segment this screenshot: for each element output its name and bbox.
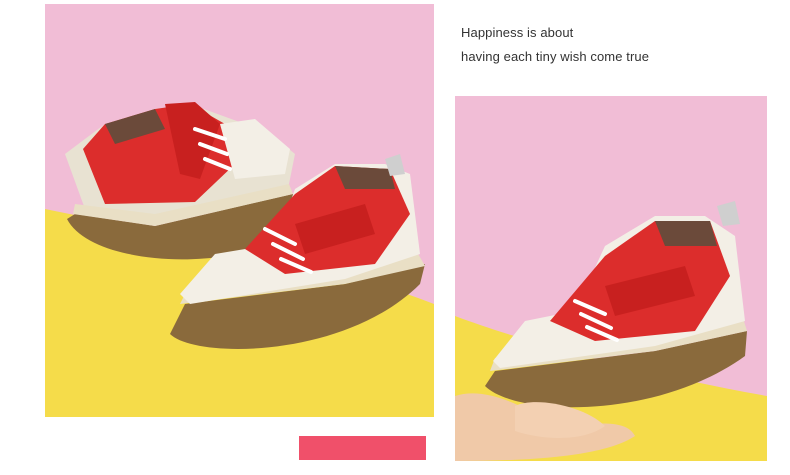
accent-bar	[299, 436, 426, 460]
product-photo-left	[45, 4, 434, 417]
sneaker-pair-illustration	[45, 4, 434, 417]
tagline-line-2: having each tiny wish come true	[461, 49, 650, 64]
tagline-line-1: Happiness is about	[461, 25, 574, 40]
sneaker-in-hand-illustration	[455, 96, 767, 461]
product-photo-right	[455, 96, 767, 461]
